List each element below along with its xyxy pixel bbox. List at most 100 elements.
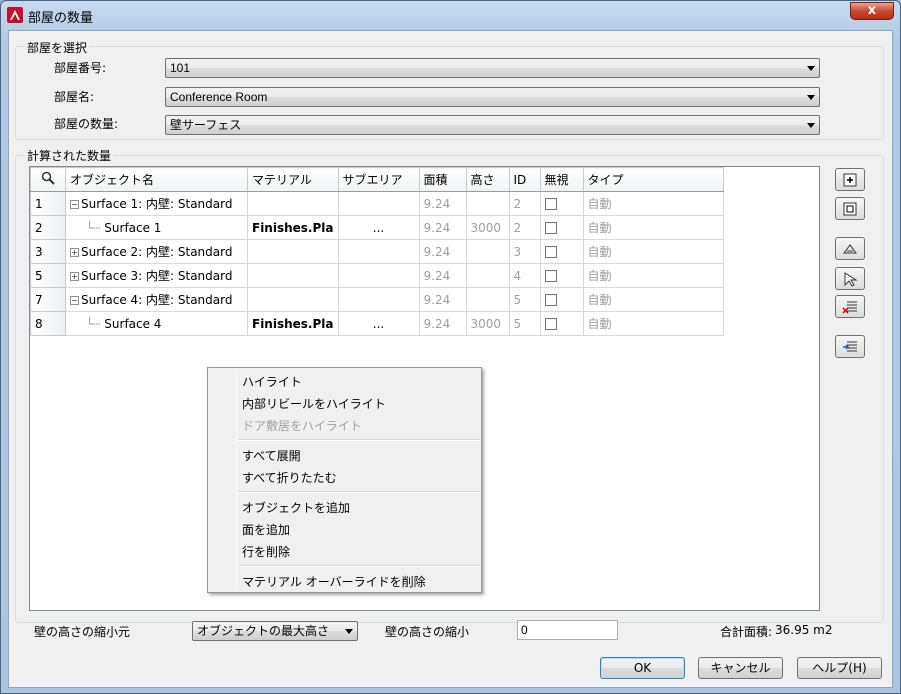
collapse-icon[interactable]: − xyxy=(70,200,79,209)
subarea-cell[interactable] xyxy=(337,191,420,216)
height-cell xyxy=(465,239,510,264)
material-cell[interactable] xyxy=(247,191,339,216)
menu-item-add-face[interactable]: 面を追加 xyxy=(242,521,290,538)
search-icon-cell[interactable] xyxy=(30,167,66,192)
room-number-select[interactable]: 101 xyxy=(165,58,820,78)
menu-item-highlight-reveal[interactable]: 内部リビールをハイライト xyxy=(242,395,386,412)
ignore-checkbox[interactable] xyxy=(544,270,557,282)
search-icon xyxy=(41,171,55,185)
material-cell[interactable] xyxy=(247,239,339,264)
ok-button[interactable]: OK xyxy=(600,657,685,679)
menu-item-delete-row[interactable]: 行を削除 xyxy=(242,543,290,560)
ignore-checkbox[interactable] xyxy=(544,318,557,330)
select-room-group-label: 部屋を選択 xyxy=(25,39,90,56)
wall-height-source-label: 壁の高さの縮小元 xyxy=(34,625,131,639)
room-quantity-select[interactable]: 壁サーフェス xyxy=(165,115,820,135)
subarea-cell[interactable]: ... xyxy=(337,215,420,240)
menu-item-expand-all[interactable]: すべて展開 xyxy=(242,447,301,464)
table-row[interactable]: 5 + Surface 3: 内壁: Standard 9.24 4 自動 xyxy=(30,263,724,288)
title-bar[interactable]: 部屋の数量 x xyxy=(1,1,900,29)
column-header-area[interactable]: 面積 xyxy=(418,167,467,192)
ignore-cell[interactable] xyxy=(539,263,584,288)
type-cell: 自動 xyxy=(582,311,724,336)
ignore-cell[interactable] xyxy=(539,311,584,336)
column-header-type[interactable]: タイプ xyxy=(582,167,724,192)
object-name: Surface 3: 内壁: Standard xyxy=(81,269,233,283)
row-number[interactable]: 5 xyxy=(30,263,66,288)
ignore-checkbox[interactable] xyxy=(544,294,557,306)
row-number[interactable]: 3 xyxy=(30,239,66,264)
delete-row-icon xyxy=(842,301,857,314)
row-number[interactable]: 2 xyxy=(30,215,66,240)
object-name-cell[interactable]: + Surface 2: 内壁: Standard xyxy=(65,239,248,264)
chevron-down-icon xyxy=(345,629,353,634)
calculated-quantity-group-label: 計算された数量 xyxy=(25,147,114,164)
menu-separator xyxy=(238,491,480,493)
add-object-button[interactable] xyxy=(835,237,865,260)
expand-all-button[interactable] xyxy=(835,168,865,191)
row-number[interactable]: 8 xyxy=(30,311,66,336)
cancel-button[interactable]: キャンセル xyxy=(698,657,783,679)
column-header-object-name[interactable]: オブジェクト名 xyxy=(65,167,248,192)
menu-item-remove-material-override[interactable]: マテリアル オーバーライドを削除 xyxy=(242,573,426,590)
wall-height-source-select[interactable]: オブジェクトの最大高さ xyxy=(192,621,358,641)
object-name-cell[interactable]: └┄ Surface 1 xyxy=(65,215,248,240)
ignore-cell[interactable] xyxy=(539,287,584,312)
menu-separator xyxy=(238,439,480,441)
ignore-cell[interactable] xyxy=(539,191,584,216)
table-row[interactable]: 7 − Surface 4: 内壁: Standard 9.24 5 自動 xyxy=(30,287,724,312)
wall-height-reduce-input[interactable]: 0 xyxy=(517,620,618,640)
id-cell: 4 xyxy=(508,263,541,288)
subarea-cell[interactable] xyxy=(337,263,420,288)
column-header-id[interactable]: ID xyxy=(508,167,541,192)
table-row[interactable]: 1 − Surface 1: 内壁: Standard 9.24 2 自動 xyxy=(30,191,724,216)
table-row[interactable]: 8 └┄ Surface 4 Finishes.Pla ... 9.24 300… xyxy=(30,311,724,336)
object-name-cell[interactable]: + Surface 3: 内壁: Standard xyxy=(65,263,248,288)
collapse-all-button[interactable] xyxy=(835,197,865,220)
ignore-checkbox[interactable] xyxy=(544,198,557,210)
subarea-cell[interactable] xyxy=(337,239,420,264)
table-row[interactable]: 2 └┄ Surface 1 Finishes.Pla ... 9.24 300… xyxy=(30,215,724,240)
delete-row-button[interactable] xyxy=(835,295,865,318)
subarea-cell[interactable]: ... xyxy=(337,311,420,336)
menu-item-highlight[interactable]: ハイライト xyxy=(242,373,302,390)
ignore-checkbox[interactable] xyxy=(544,246,557,258)
column-header-subarea[interactable]: サブエリア xyxy=(337,167,420,192)
area-cell: 9.24 xyxy=(418,191,467,216)
collapse-icon[interactable]: − xyxy=(70,296,79,305)
material-cell[interactable]: Finishes.Pla xyxy=(247,311,339,336)
ignore-cell[interactable] xyxy=(539,215,584,240)
object-name: Surface 4 xyxy=(104,316,162,331)
remove-override-icon xyxy=(843,341,857,352)
add-face-icon xyxy=(844,272,858,287)
room-name-value: Conference Room xyxy=(170,90,268,104)
help-button[interactable]: ヘルプ(H) xyxy=(797,657,882,679)
tree-connector-icon: └┄ xyxy=(86,316,101,331)
type-cell: 自動 xyxy=(582,239,724,264)
row-number[interactable]: 1 xyxy=(30,191,66,216)
subarea-cell[interactable] xyxy=(337,287,420,312)
menu-item-add-object[interactable]: オブジェクトを追加 xyxy=(242,499,350,516)
expand-icon[interactable]: + xyxy=(70,272,79,281)
column-header-material[interactable]: マテリアル xyxy=(247,167,339,192)
expand-icon[interactable]: + xyxy=(70,248,79,257)
chevron-down-icon xyxy=(807,66,815,71)
remove-override-button[interactable] xyxy=(835,335,865,358)
table-row[interactable]: 3 + Surface 2: 内壁: Standard 9.24 3 自動 xyxy=(30,239,724,264)
row-number[interactable]: 7 xyxy=(30,287,66,312)
add-face-button[interactable] xyxy=(835,267,865,290)
material-cell[interactable]: Finishes.Pla xyxy=(247,215,339,240)
room-name-select[interactable]: Conference Room xyxy=(165,87,820,107)
menu-item-collapse-all[interactable]: すべて折りたたむ xyxy=(242,469,337,486)
expand-all-icon xyxy=(843,173,857,187)
object-name-cell[interactable]: └┄ Surface 4 xyxy=(65,311,248,336)
ignore-cell[interactable] xyxy=(539,239,584,264)
object-name-cell[interactable]: − Surface 4: 内壁: Standard xyxy=(65,287,248,312)
material-cell[interactable] xyxy=(247,263,339,288)
column-header-ignore[interactable]: 無視 xyxy=(539,167,584,192)
material-cell[interactable] xyxy=(247,287,339,312)
ignore-checkbox[interactable] xyxy=(544,222,557,234)
object-name-cell[interactable]: − Surface 1: 内壁: Standard xyxy=(65,191,248,216)
column-header-height[interactable]: 高さ xyxy=(465,167,510,192)
close-button[interactable]: x xyxy=(850,2,894,20)
